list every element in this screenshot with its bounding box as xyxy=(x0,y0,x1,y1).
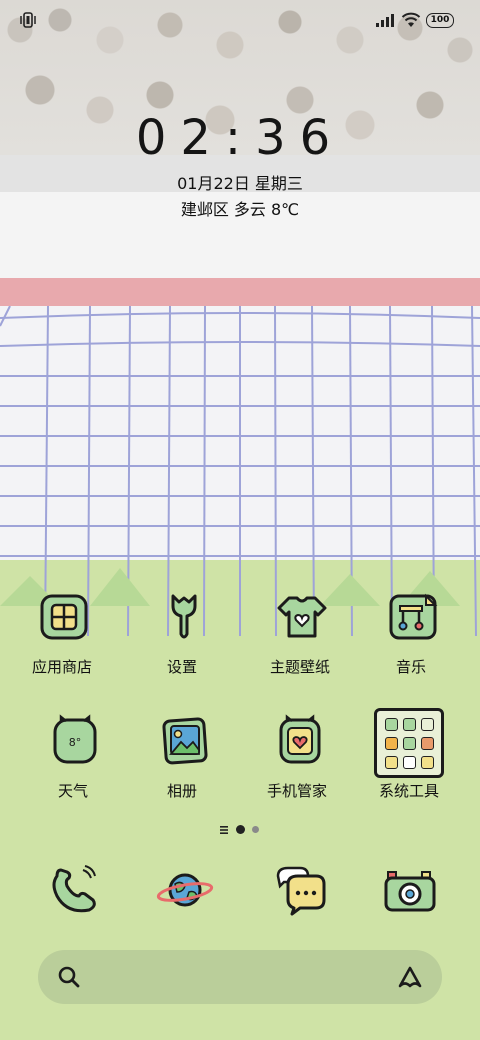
app-label: 主题壁纸 xyxy=(269,658,330,676)
weather-icon: 8° xyxy=(53,714,97,764)
app-label: 天气 xyxy=(57,782,88,800)
page-list-icon xyxy=(220,826,228,834)
browser-planet-icon[interactable] xyxy=(155,862,215,918)
page-dot-active xyxy=(236,825,245,834)
music-icon xyxy=(389,593,438,640)
clock[interactable]: 02:36 xyxy=(0,110,480,166)
battery-indicator: 100 xyxy=(426,13,454,28)
app-music[interactable]: 音乐 xyxy=(351,590,471,700)
vibrate-icon xyxy=(20,12,36,28)
page-dot xyxy=(252,826,259,833)
weather-badge: 8° xyxy=(69,736,82,749)
app-label: 音乐 xyxy=(395,658,426,676)
app-label: 应用商店 xyxy=(31,658,92,676)
page-indicator[interactable] xyxy=(220,824,270,836)
status-bar: 100 xyxy=(0,0,480,40)
system-tools-folder-icon[interactable] xyxy=(374,708,444,778)
app-label: 手机管家 xyxy=(266,782,327,800)
assistant-icon[interactable] xyxy=(396,964,424,990)
theme-shirt-icon xyxy=(277,596,327,638)
folder-mini-icon xyxy=(403,718,416,731)
camera-icon[interactable] xyxy=(380,862,440,918)
wifi-icon xyxy=(401,12,421,27)
folder-mini-icon xyxy=(385,737,398,750)
weather-text[interactable]: 建邺区 多云 8℃ xyxy=(0,196,480,220)
signal-icon xyxy=(376,14,394,27)
search-icon xyxy=(58,966,80,988)
folder-mini-icon xyxy=(403,756,416,769)
messages-icon[interactable] xyxy=(270,862,330,918)
app-label: 系统工具 xyxy=(378,782,439,800)
folder-mini-icon xyxy=(403,737,416,750)
app-weather[interactable]: 8° 天气 xyxy=(13,714,133,824)
app-label: 相册 xyxy=(166,782,197,800)
phone-manager-icon xyxy=(279,714,321,764)
app-theme[interactable]: 主题壁纸 xyxy=(240,590,360,700)
settings-wrench-icon xyxy=(171,594,197,639)
app-gallery[interactable]: 相册 xyxy=(122,714,242,824)
phone-icon[interactable] xyxy=(45,862,105,918)
folder-mini-icon xyxy=(385,756,398,769)
app-phone-manager[interactable]: 手机管家 xyxy=(237,714,357,824)
folder-mini-icon xyxy=(421,756,434,769)
date-text[interactable]: 01月22日 星期三 xyxy=(0,170,480,194)
folder-mini-icon xyxy=(385,718,398,731)
folder-mini-icon xyxy=(421,718,434,731)
wallpaper-pink-stripe xyxy=(0,278,480,306)
gallery-icon xyxy=(162,717,208,765)
folder-mini-icon xyxy=(421,737,434,750)
app-store-icon xyxy=(40,594,88,640)
app-store[interactable]: 应用商店 xyxy=(2,590,122,700)
app-settings[interactable]: 设置 xyxy=(122,590,242,700)
app-label: 设置 xyxy=(166,658,197,676)
search-bar[interactable] xyxy=(38,950,442,1004)
